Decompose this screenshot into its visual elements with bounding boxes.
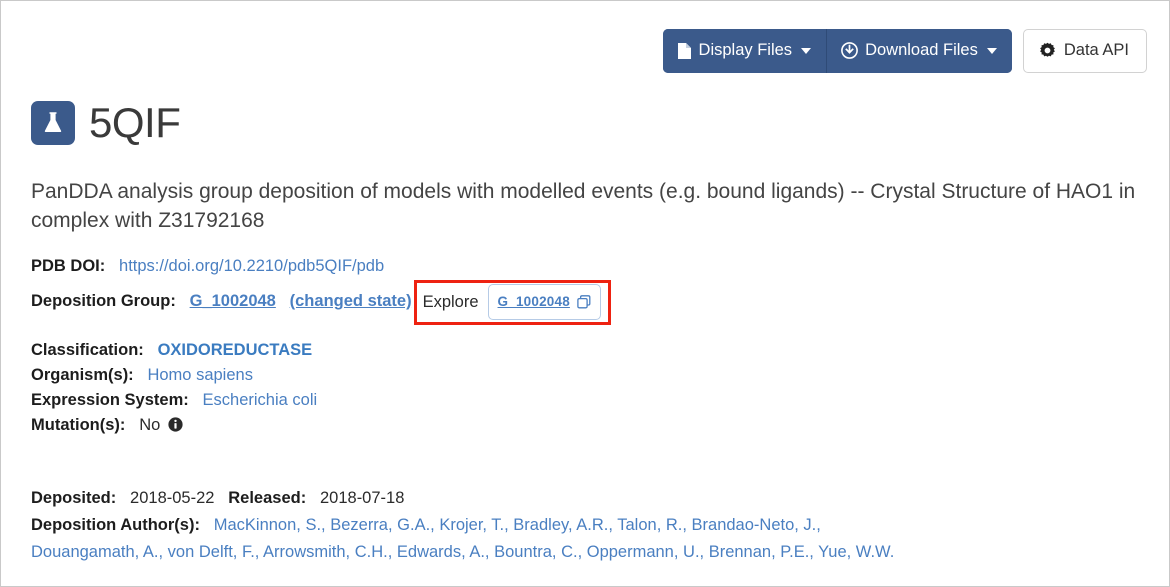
explore-group-highlight: Explore G_1002048 (414, 280, 611, 325)
mutation-label: Mutation(s): (31, 416, 125, 434)
display-files-button[interactable]: Display Files (663, 29, 827, 73)
expression-system-label: Expression System: (31, 391, 189, 409)
data-api-button[interactable]: Data API (1023, 29, 1147, 73)
deposition-footer: Deposited: 2018-05-22 Released: 2018-07-… (31, 485, 1143, 566)
download-files-button[interactable]: Download Files (826, 29, 1012, 73)
entry-details: PDB DOI: https://doi.org/10.2210/pdb5QIF… (31, 254, 1141, 438)
pdb-doi-link[interactable]: https://doi.org/10.2210/pdb5QIF/pdb (119, 257, 384, 275)
organism-row: Organism(s): Homo sapiens (31, 363, 1141, 388)
pdb-doi-row: PDB DOI: https://doi.org/10.2210/pdb5QIF… (31, 254, 1141, 279)
authors-label: Deposition Author(s): (31, 516, 200, 534)
mutation-value: No (139, 416, 160, 434)
classification-label: Classification: (31, 341, 144, 359)
info-circle-icon[interactable] (168, 417, 183, 432)
deposited-value: 2018-05-22 (130, 489, 214, 507)
explore-group-chip-label: G_1002048 (498, 289, 570, 314)
organism-label: Organism(s): (31, 366, 134, 384)
action-toolbar: Display Files Download Files (663, 29, 1147, 73)
file-icon (677, 42, 692, 60)
chevron-down-icon (987, 48, 997, 54)
classification-value[interactable]: OXIDOREDUCTASE (158, 341, 313, 359)
page-title: 5QIF (89, 102, 180, 144)
deposition-group-label: Deposition Group: (31, 292, 176, 310)
chevron-down-icon (801, 48, 811, 54)
copy-icon (577, 295, 591, 309)
mutation-row: Mutation(s): No (31, 413, 1141, 438)
authors-row: Deposition Author(s): MacKinnon, S., Bez… (31, 512, 1143, 566)
data-api-label: Data API (1064, 42, 1129, 59)
deposited-released-row: Deposited: 2018-05-22 Released: 2018-07-… (31, 485, 1143, 512)
pdb-doi-label: PDB DOI: (31, 257, 105, 275)
released-label: Released: (228, 489, 306, 507)
expression-system-row: Expression System: Escherichia coli (31, 388, 1141, 413)
flask-icon (31, 101, 75, 145)
download-circle-icon (841, 42, 858, 59)
explore-group-chip-button[interactable]: G_1002048 (488, 284, 601, 320)
spacer (31, 324, 1141, 338)
gear-icon (1039, 42, 1056, 59)
explore-label: Explore (423, 290, 479, 315)
file-button-group: Display Files Download Files (663, 29, 1012, 73)
entry-summary-page: Display Files Download Files (0, 0, 1170, 587)
structure-description: PanDDA analysis group deposition of mode… (31, 177, 1136, 235)
classification-row: Classification: OXIDOREDUCTASE (31, 338, 1141, 363)
display-files-label: Display Files (699, 42, 793, 59)
authors-line-2[interactable]: Douangamath, A., von Delft, F., Arrowsmi… (31, 539, 1143, 566)
deposition-group-row: Deposition Group: G_1002048 (changed sta… (31, 279, 1141, 324)
deposited-label: Deposited: (31, 489, 116, 507)
download-files-label: Download Files (865, 42, 978, 59)
entry-title-row: 5QIF (31, 101, 180, 145)
deposition-group-link[interactable]: G_1002048 (190, 292, 276, 310)
organism-value[interactable]: Homo sapiens (147, 366, 252, 384)
changed-state-link[interactable]: (changed state) (290, 292, 412, 310)
authors-line-1[interactable]: MacKinnon, S., Bezerra, G.A., Krojer, T.… (214, 516, 821, 534)
expression-system-value[interactable]: Escherichia coli (203, 391, 318, 409)
released-value: 2018-07-18 (320, 489, 404, 507)
